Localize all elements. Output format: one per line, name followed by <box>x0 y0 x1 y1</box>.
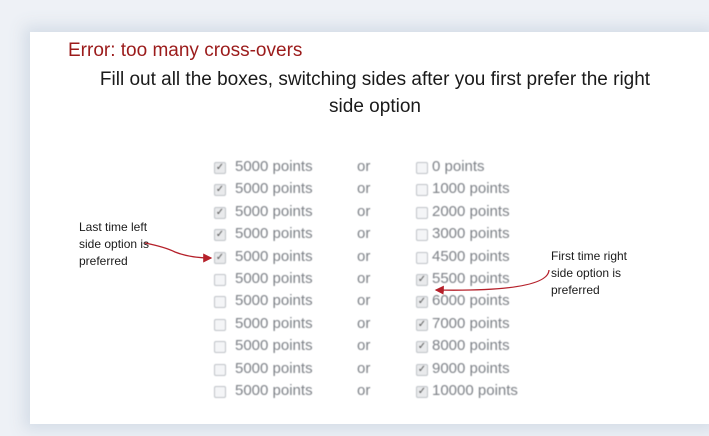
arrow-left-annotation <box>144 242 213 263</box>
arrow-right-annotation <box>434 269 550 295</box>
annotation-arrows <box>144 242 550 295</box>
